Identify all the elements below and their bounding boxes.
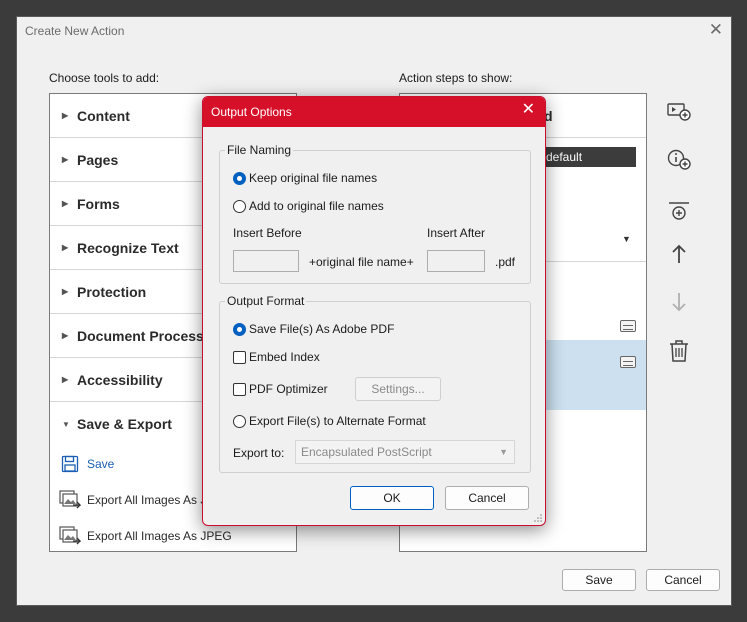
- save-as-pdf-radio[interactable]: Save File(s) As Adobe PDF: [233, 322, 394, 336]
- insert-after-field[interactable]: [427, 250, 485, 272]
- export-images-icon: [59, 525, 81, 547]
- chevron-right-icon: ▶: [62, 331, 69, 340]
- ok-button[interactable]: OK: [350, 486, 434, 510]
- export-to-label: Export to:: [233, 446, 285, 460]
- resize-grip-icon[interactable]: [534, 514, 542, 522]
- embed-index-checkbox[interactable]: Embed Index: [233, 350, 320, 364]
- floppy-disk-icon: [59, 453, 81, 475]
- chevron-down-icon: ▼: [62, 419, 70, 429]
- export-format-select[interactable]: Encapsulated PostScript ▼: [295, 440, 515, 464]
- checkbox-unchecked-icon: [233, 382, 246, 396]
- move-up-icon[interactable]: [664, 239, 694, 269]
- chevron-down-icon[interactable]: ▼: [622, 234, 631, 244]
- chevron-right-icon: ▶: [62, 243, 69, 252]
- move-down-icon: [664, 287, 694, 317]
- chevron-right-icon: ▶: [62, 111, 69, 120]
- checkbox-unchecked-icon: [233, 350, 246, 364]
- chevron-right-icon: ▶: [62, 155, 69, 164]
- pdf-optimizer-checkbox[interactable]: PDF Optimizer: [233, 382, 328, 396]
- chevron-down-icon: ▼: [499, 447, 508, 457]
- output-format-legend: Output Format: [225, 294, 307, 308]
- step-options-icon[interactable]: [620, 356, 636, 368]
- insert-before-label: Insert Before: [233, 226, 302, 240]
- output-options-dialog: Output Options ✕ File Naming Keep origin…: [202, 96, 546, 526]
- chevron-right-icon: ▶: [62, 375, 69, 384]
- chevron-right-icon: ▶: [62, 199, 69, 208]
- dialog-title: Output Options: [211, 105, 292, 119]
- radio-checked-icon: [233, 322, 246, 336]
- tools-label: Choose tools to add:: [49, 71, 160, 85]
- add-info-icon[interactable]: [664, 144, 694, 174]
- insert-separator-icon[interactable]: [664, 196, 694, 226]
- radio-checked-icon: [233, 171, 246, 185]
- delete-icon[interactable]: [664, 336, 694, 366]
- keep-original-radio[interactable]: Keep original file names: [233, 171, 377, 185]
- file-naming-legend: File Naming: [225, 143, 294, 157]
- settings-button[interactable]: Settings...: [355, 377, 441, 401]
- close-icon[interactable]: ✕: [709, 21, 723, 38]
- insert-instruction-icon[interactable]: [664, 96, 694, 126]
- cancel-button[interactable]: Cancel: [445, 486, 529, 510]
- original-file-name-text: +original file name+: [309, 255, 414, 269]
- insert-before-field[interactable]: [233, 250, 299, 272]
- save-button[interactable]: Save: [562, 569, 636, 591]
- steps-label: Action steps to show:: [399, 71, 513, 85]
- step-options-icon[interactable]: [620, 320, 636, 332]
- selected-step[interactable]: default: [544, 147, 636, 167]
- chevron-right-icon: ▶: [62, 287, 69, 296]
- export-alternate-radio[interactable]: Export File(s) to Alternate Format: [233, 414, 426, 428]
- cancel-button[interactable]: Cancel: [646, 569, 720, 591]
- close-icon[interactable]: ✕: [522, 102, 535, 118]
- radio-unchecked-icon: [233, 199, 246, 213]
- dialog-title: Create New Action: [25, 24, 125, 38]
- extension-text: .pdf: [495, 255, 516, 269]
- radio-unchecked-icon: [233, 414, 246, 428]
- add-to-original-radio[interactable]: Add to original file names: [233, 199, 384, 213]
- insert-after-label: Insert After: [427, 226, 486, 240]
- export-images-icon: [59, 489, 81, 511]
